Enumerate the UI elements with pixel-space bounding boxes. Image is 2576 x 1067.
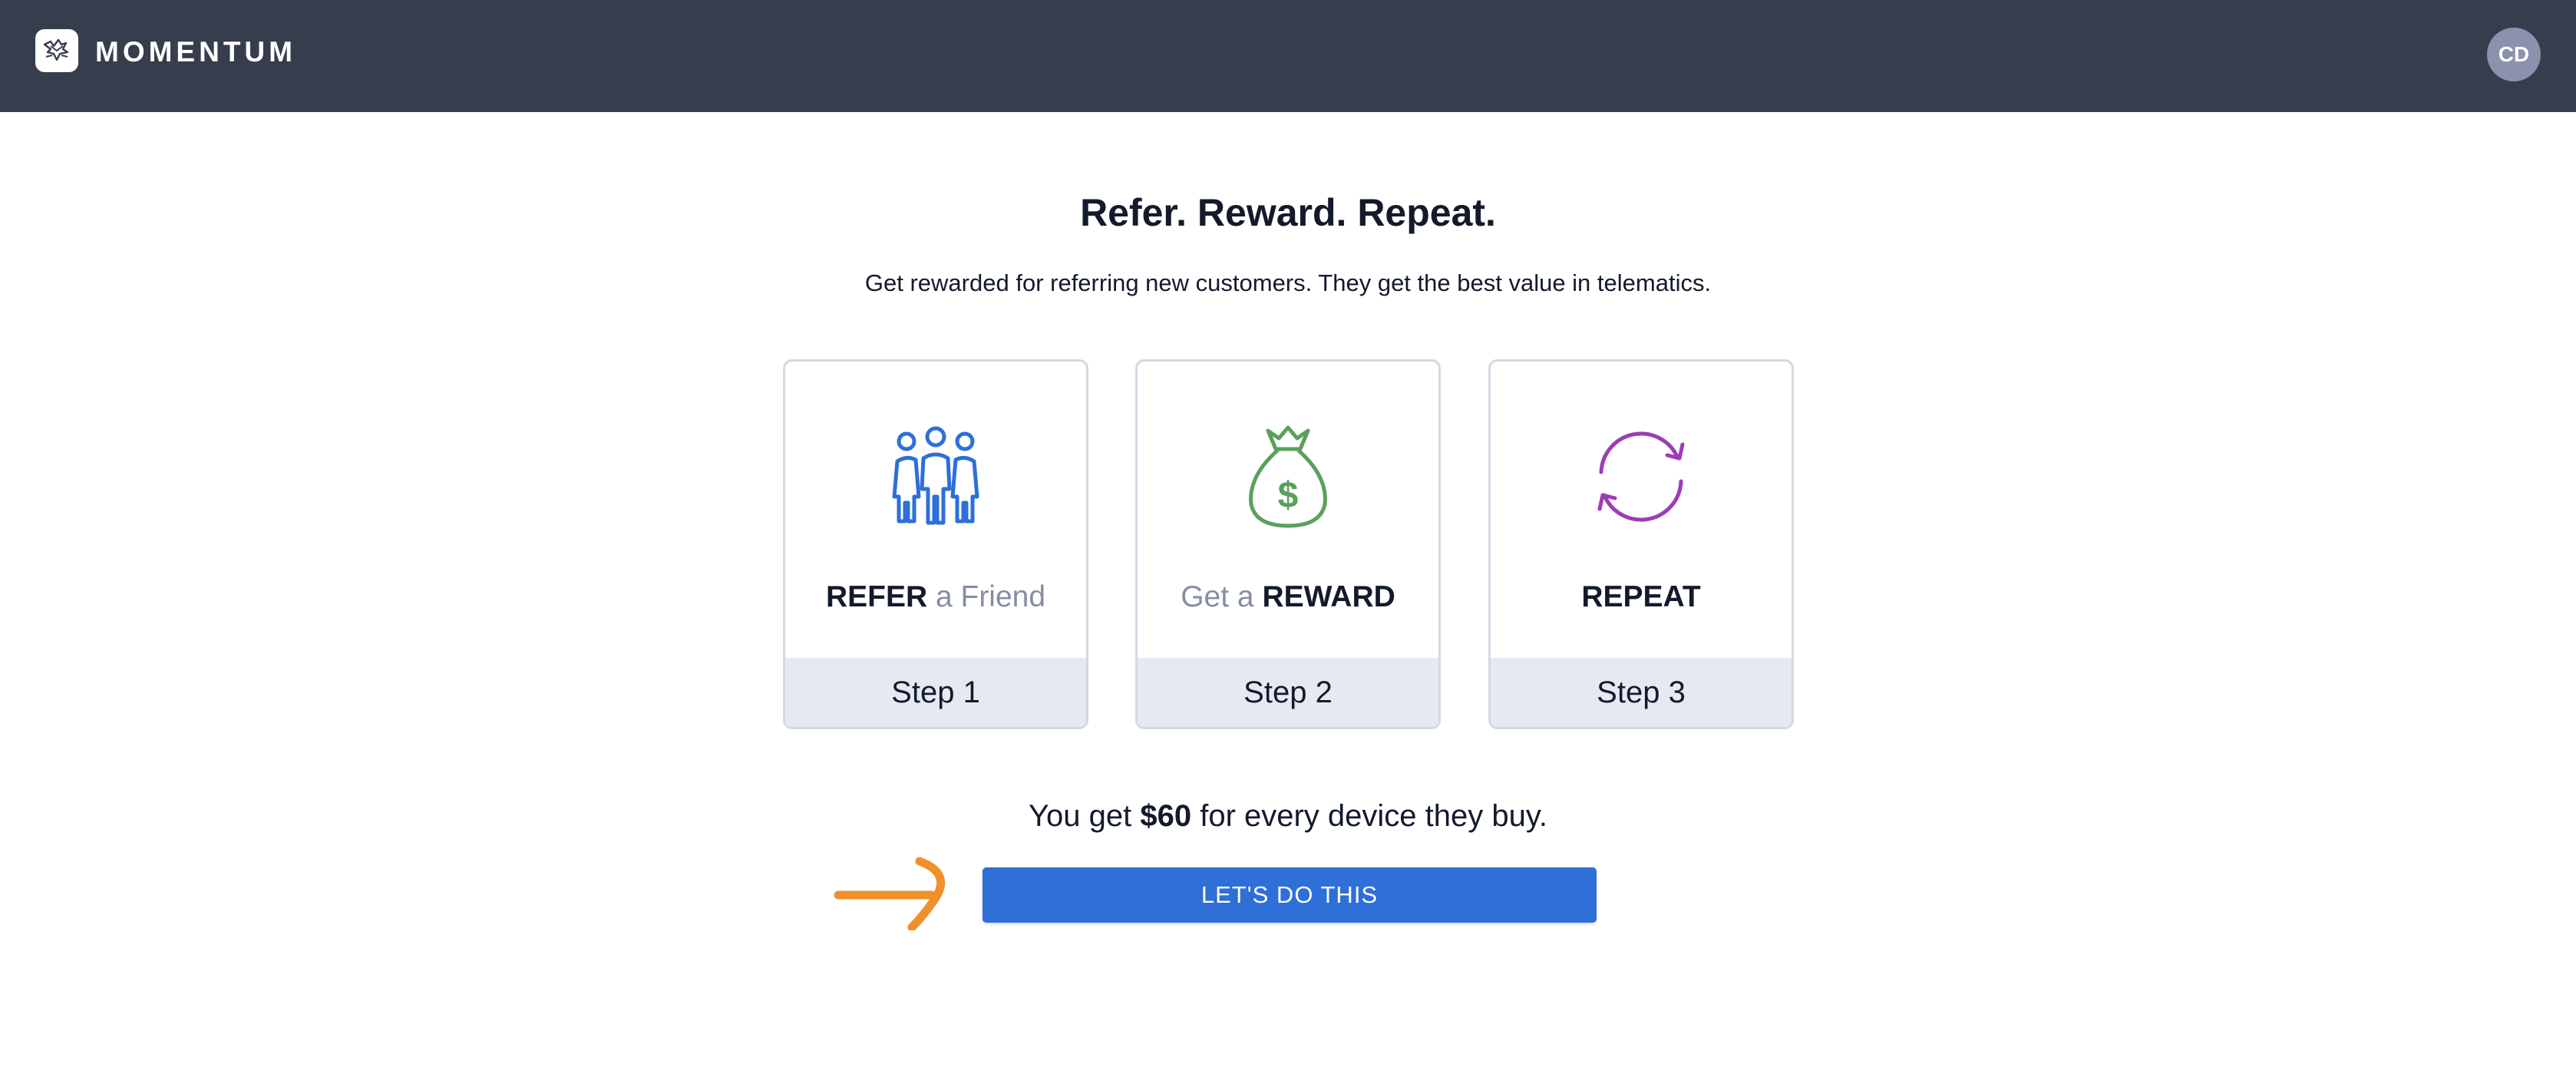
step-label: Step 2 — [1138, 658, 1438, 727]
offer-prefix: You get — [1028, 799, 1132, 833]
lets-do-this-button[interactable]: LET'S DO THIS — [983, 867, 1597, 923]
step-label: Step 3 — [1491, 658, 1792, 727]
brand-name[interactable]: MOMENTUM — [95, 34, 296, 71]
eagle-logo-icon[interactable] — [35, 29, 78, 72]
step-title-light: Get a — [1181, 580, 1254, 613]
step-title-strong: REFER — [825, 580, 928, 613]
arrow-right-icon — [834, 857, 946, 930]
step-title: Get a REWARD — [1138, 578, 1438, 616]
step-title-strong: REPEAT — [1581, 580, 1701, 613]
reward-amount: $60 — [1140, 799, 1192, 833]
step-title: REPEAT — [1491, 578, 1792, 616]
step-label: Step 1 — [785, 658, 1086, 727]
offer-suffix: for every device they buy. — [1200, 799, 1548, 833]
top-navigation-bar: MOMENTUM CD — [0, 0, 2576, 112]
step-title-light: a Friend — [935, 580, 1046, 613]
page-title: Refer. Reward. Repeat. — [1080, 191, 1496, 234]
reward-offer-text: You get $60 for every device they buy. — [0, 795, 2576, 837]
page-subtitle: Get rewarded for referring new customers… — [864, 269, 1712, 296]
step-title-strong: REWARD — [1262, 580, 1395, 613]
people-icon — [892, 426, 979, 525]
money-bag-icon: $ — [1249, 425, 1327, 528]
svg-text:$: $ — [1278, 475, 1299, 516]
step-title: REFER a Friend — [785, 578, 1086, 616]
refresh-icon — [1597, 431, 1685, 522]
user-avatar[interactable]: CD — [2487, 28, 2541, 81]
step-card-repeat: REPEAT Step 3 — [1488, 359, 1794, 729]
step-card-refer: REFER a Friend Step 1 — [783, 359, 1088, 729]
step-card-reward: $ Get a REWARD Step 2 — [1135, 359, 1441, 729]
